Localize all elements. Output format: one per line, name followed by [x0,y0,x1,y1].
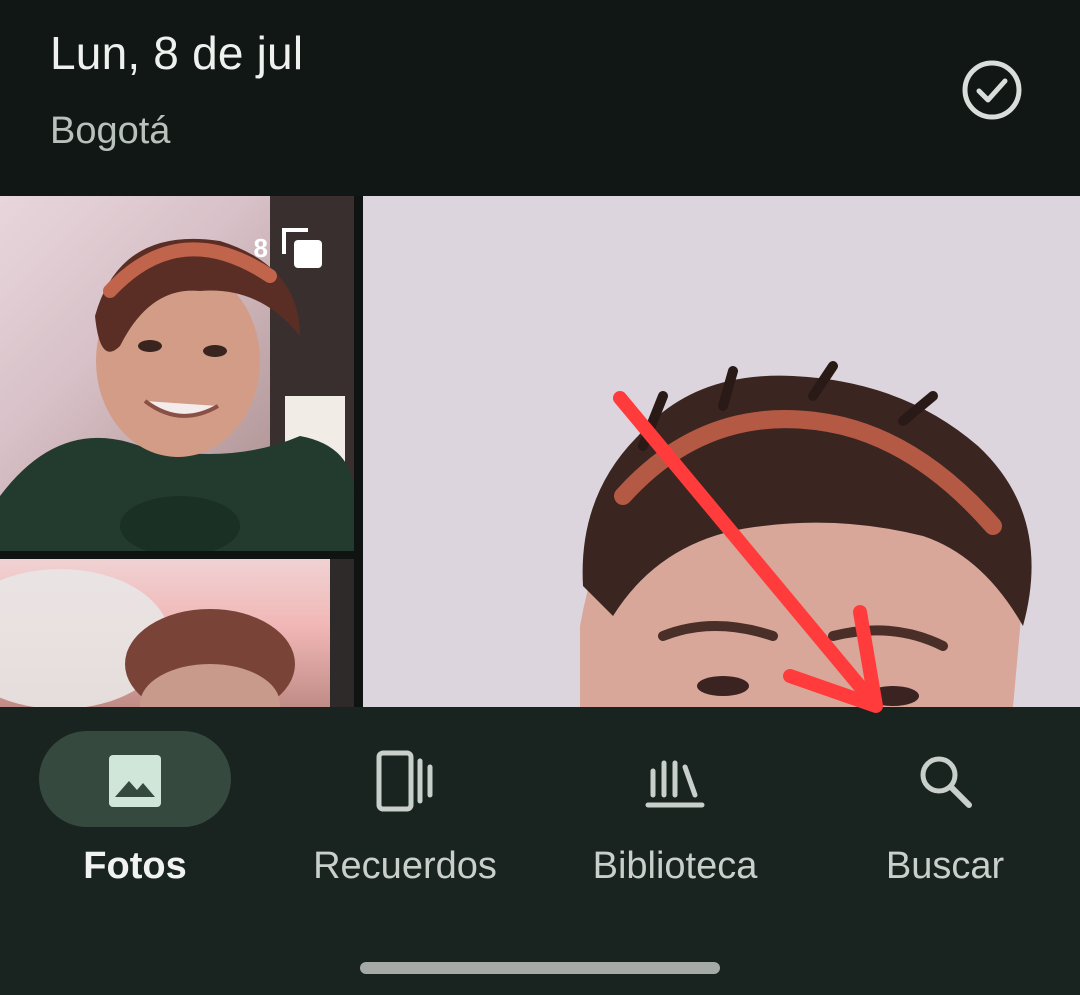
stack-badge: 8 [254,224,326,272]
select-all-check-icon[interactable] [960,58,1024,122]
photo-blurred-image [0,559,354,707]
nav-item-biblioteca[interactable]: Biblioteca [540,707,810,907]
photo-thumbnail[interactable] [0,559,354,707]
home-gesture-bar[interactable] [360,962,720,974]
location-label: Bogotá [50,110,171,152]
nav-item-fotos[interactable]: Fotos [0,707,270,907]
date-header: Lun, 8 de jul Bogotá [0,0,1080,196]
photo-large[interactable] [363,196,1080,707]
search-icon [913,749,977,813]
library-icon [643,749,707,813]
nav-item-buscar[interactable]: Buscar [810,707,1080,907]
stack-count: 8 [253,232,268,263]
nav-item-recuerdos[interactable]: Recuerdos [270,707,540,907]
photo-grid: 8 [0,196,1080,707]
bottom-navigation: Fotos Recuerdos Biblioteca Buscar [0,707,1080,995]
nav-label-fotos: Fotos [83,845,187,887]
photo-portrait-image [363,196,1080,707]
photos-icon [103,749,167,813]
photos-app: Lun, 8 de jul Bogotá 8 Fotos Recuerdos B… [0,0,1080,995]
nav-label-buscar: Buscar [885,845,1005,887]
nav-label-biblioteca: Biblioteca [592,845,758,887]
nav-label-recuerdos: Recuerdos [313,845,497,887]
memories-icon [373,749,437,813]
date-title: Lun, 8 de jul [50,27,304,79]
photo-thumbnail[interactable]: 8 [0,196,354,551]
stack-icon [282,228,322,268]
